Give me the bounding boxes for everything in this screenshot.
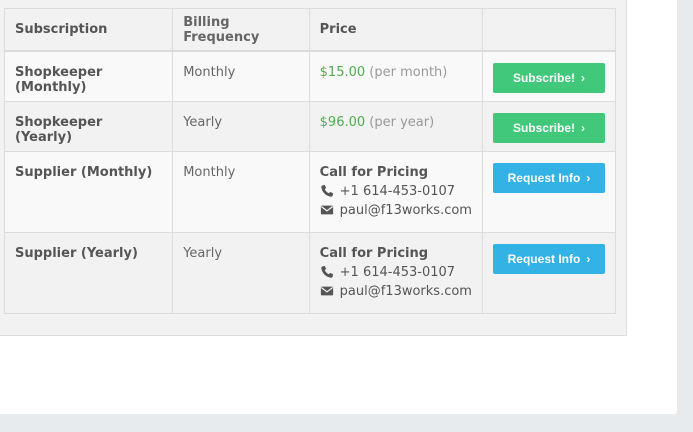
table-row: Supplier (Yearly) Yearly Call for Pricin…: [3, 231, 617, 314]
action-cell: Subscribe! ›: [481, 100, 617, 152]
phone-icon: [320, 184, 333, 197]
header-billing-frequency: Billing Frequency: [172, 8, 310, 52]
content-area: Subscription Billing Frequency Price Sho…: [0, 0, 677, 414]
header-price: Price: [308, 8, 483, 52]
subscription-name: Shopkeeper (Monthly): [3, 50, 174, 102]
envelope-icon: [320, 205, 333, 215]
subscribe-button[interactable]: Subscribe! ›: [492, 63, 605, 93]
table-row: Shopkeeper (Yearly) Yearly $96.00 (per y…: [3, 100, 617, 152]
price-amount: $15.00: [319, 65, 366, 80]
subscription-name: Supplier (Monthly): [3, 150, 174, 233]
email-address: paul@f13works.com: [339, 202, 472, 218]
subscribe-button-label: Subscribe!: [512, 120, 575, 135]
chevron-right-icon: ›: [580, 71, 585, 85]
request-info-button-label: Request Info: [507, 251, 581, 266]
subscribe-button[interactable]: Subscribe! ›: [492, 112, 605, 143]
table-header-row: Subscription Billing Frequency Price: [3, 8, 617, 52]
price-cell: Call for Pricing +1 614-453-0107 paul@f1…: [308, 231, 483, 314]
email-line: paul@f13works.com: [320, 203, 472, 218]
chevron-right-icon: ›: [586, 251, 591, 266]
action-cell: Request Info ›: [481, 150, 617, 233]
call-for-pricing: Call for Pricing: [319, 164, 429, 180]
header-action: [481, 8, 617, 52]
email-line: paul@f13works.com: [320, 284, 472, 299]
action-cell: Subscribe! ›: [481, 50, 617, 102]
phone-line: +1 614-453-0107: [320, 265, 472, 280]
phone-icon: [320, 265, 333, 278]
chevron-right-icon: ›: [580, 120, 585, 135]
envelope-icon: [320, 286, 333, 296]
billing-frequency: Monthly: [172, 50, 310, 102]
price-cell: $96.00 (per year): [308, 100, 483, 152]
subscription-table: Subscription Billing Frequency Price Sho…: [3, 8, 617, 314]
billing-frequency: Monthly: [172, 150, 310, 233]
subscribe-button-label: Subscribe!: [512, 71, 575, 85]
phone-line: +1 614-453-0107: [320, 184, 472, 199]
header-subscription: Subscription: [3, 8, 174, 52]
chevron-right-icon: ›: [586, 170, 591, 185]
price-note: (per year): [369, 114, 435, 130]
billing-frequency: Yearly: [172, 100, 310, 152]
phone-number: +1 614-453-0107: [339, 183, 456, 199]
billing-frequency: Yearly: [172, 231, 310, 314]
price-cell: $15.00 (per month): [308, 50, 483, 102]
request-info-button[interactable]: Request Info ›: [492, 162, 605, 193]
email-address: paul@f13works.com: [339, 283, 472, 299]
call-for-pricing: Call for Pricing: [319, 245, 429, 261]
table-row: Shopkeeper (Monthly) Monthly $15.00 (per…: [3, 50, 617, 102]
price-cell: Call for Pricing +1 614-453-0107 paul@f1…: [308, 150, 483, 233]
phone-number: +1 614-453-0107: [339, 264, 456, 280]
price-amount: $96.00: [319, 114, 366, 130]
subscription-name: Supplier (Yearly): [3, 231, 174, 314]
action-cell: Request Info ›: [481, 231, 617, 314]
request-info-button-label: Request Info: [507, 170, 581, 185]
pricing-panel: Subscription Billing Frequency Price Sho…: [0, 0, 627, 336]
subscription-name: Shopkeeper (Yearly): [3, 100, 174, 152]
table-row: Supplier (Monthly) Monthly Call for Pric…: [3, 150, 617, 233]
price-note: (per month): [369, 65, 448, 80]
request-info-button[interactable]: Request Info ›: [492, 243, 605, 274]
